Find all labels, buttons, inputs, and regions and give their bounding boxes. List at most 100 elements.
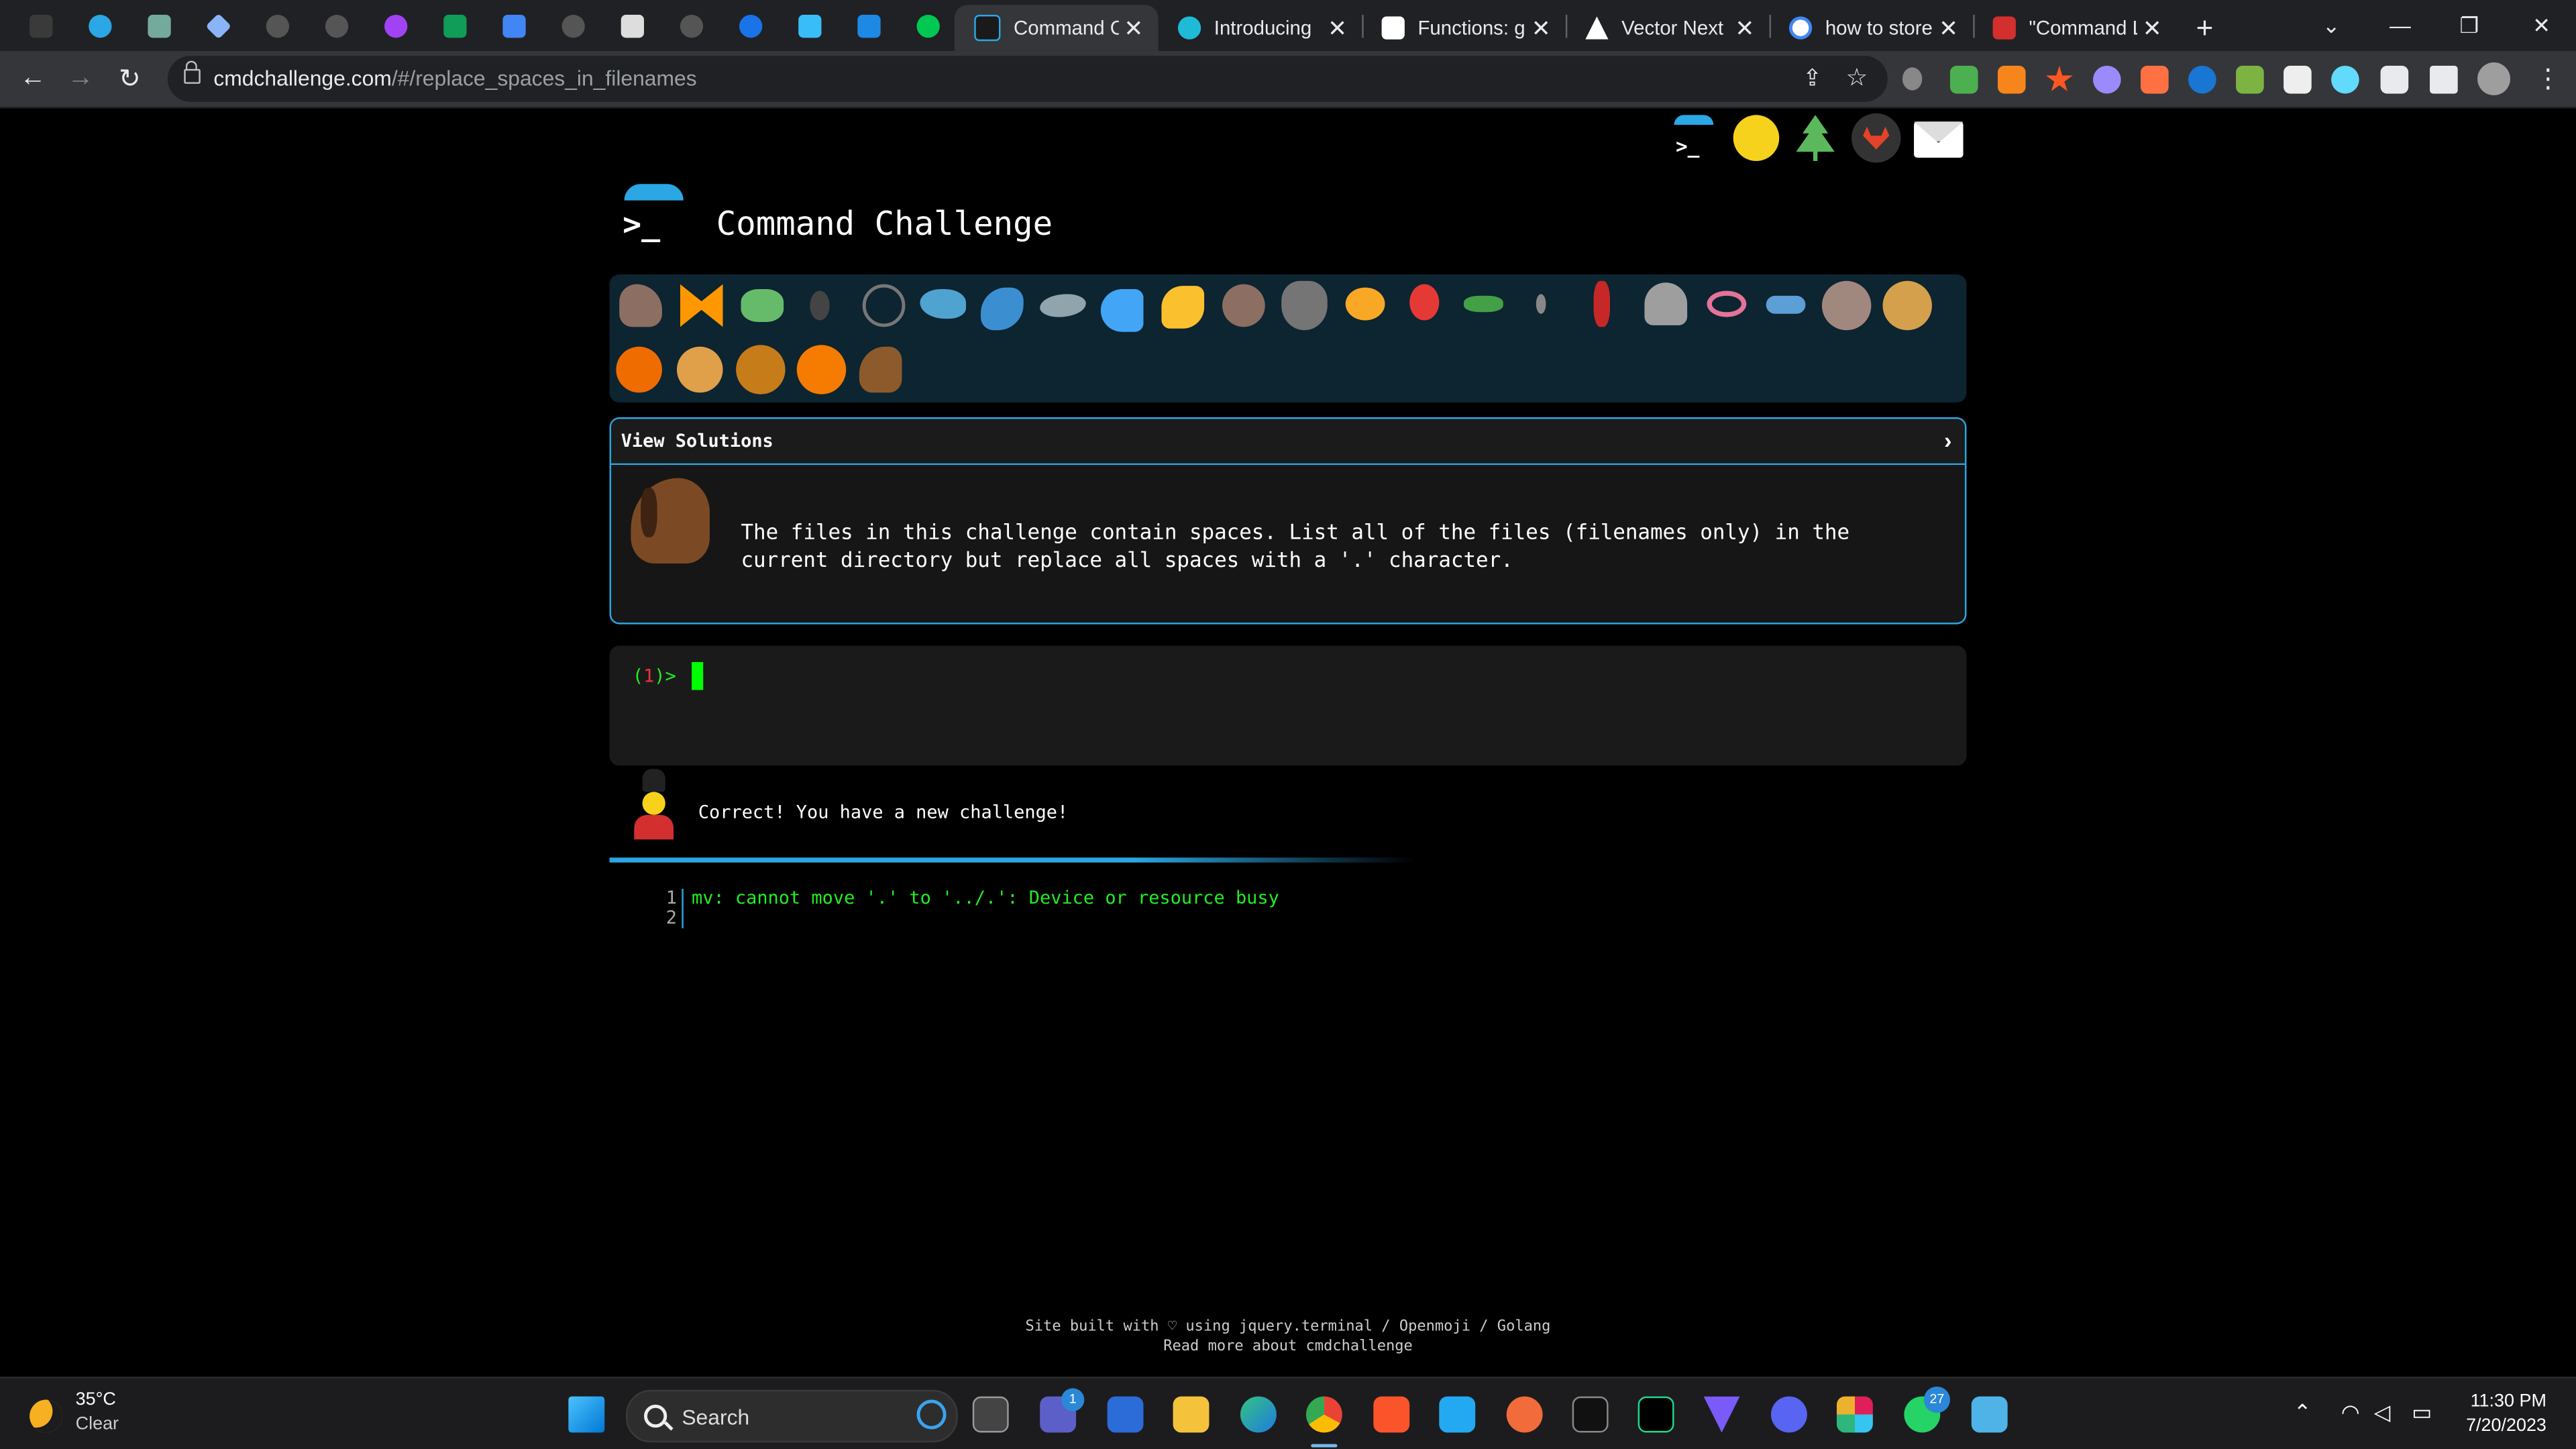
mosquito-emoji[interactable]: [1536, 294, 1546, 314]
proton-vpn-icon[interactable]: [1703, 1396, 1740, 1433]
address-bar[interactable]: cmdchallenge.com/#/replace_spaces_in_fil…: [167, 56, 1888, 102]
pinned-tab-1[interactable]: [16, 5, 65, 48]
metamask-icon[interactable]: [1997, 65, 2026, 94]
view-solutions-header[interactable]: View Solutions ›: [611, 419, 1965, 466]
vscode-icon[interactable]: [1439, 1396, 1476, 1433]
close-tab-icon[interactable]: ✕: [1730, 14, 1760, 42]
restore-button[interactable]: ❐: [2434, 0, 2504, 51]
cat-emoji[interactable]: [676, 346, 723, 393]
chrome-icon[interactable]: [1305, 1396, 1342, 1433]
pinned-tab-12[interactable]: [667, 5, 716, 48]
fish-emoji[interactable]: [1100, 289, 1144, 332]
gorilla-emoji[interactable]: [1821, 280, 1872, 331]
minimize-button[interactable]: —: [2366, 0, 2435, 51]
pinned-tab-2[interactable]: [76, 5, 125, 48]
fox-emoji[interactable]: [616, 346, 662, 393]
pinned-tab-5[interactable]: [253, 5, 302, 48]
new-tab-button[interactable]: +: [2185, 5, 2224, 51]
pinned-tab-3[interactable]: [135, 5, 184, 48]
shush-emoji-icon[interactable]: [1733, 115, 1780, 162]
share-icon[interactable]: ⇪: [1803, 64, 1822, 93]
tropical-fish-emoji[interactable]: [1161, 286, 1205, 329]
snail-emoji[interactable]: [619, 284, 662, 327]
butterfly-emoji[interactable]: [680, 284, 723, 327]
menu-kebab-icon[interactable]: ⋮: [2535, 62, 2561, 95]
scorpion-emoji[interactable]: [1593, 280, 1611, 327]
close-tab-icon[interactable]: ✕: [1526, 14, 1556, 42]
back-button[interactable]: ←: [13, 59, 53, 99]
slack-icon[interactable]: [1836, 1396, 1873, 1433]
tab-search-button[interactable]: ⌄: [2297, 0, 2366, 51]
tab-command-challenge[interactable]: Command Ch ✕: [954, 5, 1159, 51]
close-tab-icon[interactable]: ✕: [2137, 14, 2167, 42]
edge-icon[interactable]: [1240, 1396, 1277, 1433]
pinned-tab-8[interactable]: [431, 5, 480, 48]
ant-emoji[interactable]: [810, 290, 830, 321]
pinned-tab-7[interactable]: [371, 5, 420, 48]
close-tab-icon[interactable]: ✕: [1933, 14, 1963, 42]
tree-icon[interactable]: [1796, 115, 1835, 162]
react-devtools-icon[interactable]: [2331, 65, 2359, 94]
tab-how-to-store[interactable]: how to store ✕: [1770, 5, 1974, 51]
chevron-right-icon[interactable]: ›: [1944, 427, 1951, 453]
close-tab-icon[interactable]: ✕: [1119, 14, 1148, 42]
pinned-tab-4[interactable]: [194, 5, 243, 48]
pinned-tab-6[interactable]: [312, 5, 361, 48]
worm2-emoji[interactable]: [1707, 290, 1747, 317]
volume-icon[interactable]: ◁: [2374, 1400, 2390, 1426]
windows-start-icon[interactable]: [568, 1396, 605, 1433]
task-view-icon[interactable]: [972, 1396, 1009, 1433]
forward-button[interactable]: →: [61, 59, 101, 99]
taskbar-search[interactable]: Search: [626, 1389, 958, 1443]
pinned-tab-16[interactable]: [904, 5, 953, 48]
tray-overflow-icon[interactable]: ⌃: [2294, 1400, 2312, 1426]
tab-functions[interactable]: Functions: g ✕: [1362, 5, 1566, 51]
extension-icon[interactable]: [1902, 67, 1923, 91]
microbe-emoji[interactable]: [1766, 295, 1806, 314]
extension-icon[interactable]: [2093, 65, 2121, 94]
puzzle-extensions-icon[interactable]: [2380, 65, 2409, 94]
dog-emoji[interactable]: [1882, 280, 1933, 331]
horse-emoji[interactable]: [859, 346, 902, 393]
wifi-icon[interactable]: ◠: [2341, 1400, 2360, 1426]
dolphin-emoji[interactable]: [1040, 294, 1086, 317]
lion-emoji[interactable]: [736, 345, 786, 394]
close-window-button[interactable]: ✕: [2507, 0, 2576, 51]
pycharm-icon[interactable]: [1638, 1396, 1674, 1433]
tab-command-l[interactable]: "Command L ✕: [1973, 5, 2177, 51]
tab-vector-next[interactable]: Vector Next ✕: [1566, 5, 1770, 51]
bookmark-star-icon[interactable]: ☆: [1846, 62, 1868, 93]
terminal-app-icon[interactable]: [1572, 1396, 1609, 1433]
postman-icon[interactable]: [1506, 1396, 1543, 1433]
worm-emoji[interactable]: [1464, 295, 1503, 313]
close-tab-icon[interactable]: ✕: [1322, 14, 1352, 42]
battery-icon[interactable]: ▭: [2412, 1400, 2432, 1426]
taskbar-clock[interactable]: 11:30 PM 7/20/2023: [2466, 1390, 2546, 1439]
terminal[interactable]: (1)>: [609, 645, 1967, 766]
gitlab-icon[interactable]: [1851, 113, 1901, 163]
notepad-icon[interactable]: [1971, 1396, 2008, 1433]
file-explorer-icon[interactable]: [1173, 1396, 1210, 1433]
pinned-tab-13[interactable]: [726, 5, 775, 48]
side-panel-icon[interactable]: [2430, 65, 2458, 94]
blowfish-emoji[interactable]: [1222, 284, 1265, 327]
profile-avatar[interactable]: [2477, 62, 2511, 96]
fly-emoji[interactable]: [1644, 282, 1688, 325]
pinned-tab-9[interactable]: [490, 5, 539, 48]
footer-about-link[interactable]: Read more about cmdchallenge: [0, 1337, 2576, 1356]
extension-tree-icon[interactable]: [1949, 65, 1978, 94]
pinned-tab-10[interactable]: [549, 5, 598, 48]
bee-emoji[interactable]: [1345, 287, 1385, 321]
tab-introducing[interactable]: Introducing ✕: [1159, 5, 1362, 51]
tiger-emoji[interactable]: [796, 345, 847, 394]
pinned-tab-15[interactable]: [845, 5, 894, 48]
brave-icon[interactable]: [1373, 1396, 1410, 1433]
extension-icon[interactable]: [2236, 65, 2264, 94]
spider-web-emoji[interactable]: [862, 284, 906, 327]
extension-icon[interactable]: [2284, 65, 2312, 94]
mail-icon[interactable]: [1914, 121, 1964, 158]
ms-store-icon[interactable]: [1107, 1396, 1144, 1433]
pinned-tab-14[interactable]: [786, 5, 835, 48]
whale2-emoji[interactable]: [981, 287, 1024, 331]
vue-devtools-icon[interactable]: [2188, 65, 2216, 94]
